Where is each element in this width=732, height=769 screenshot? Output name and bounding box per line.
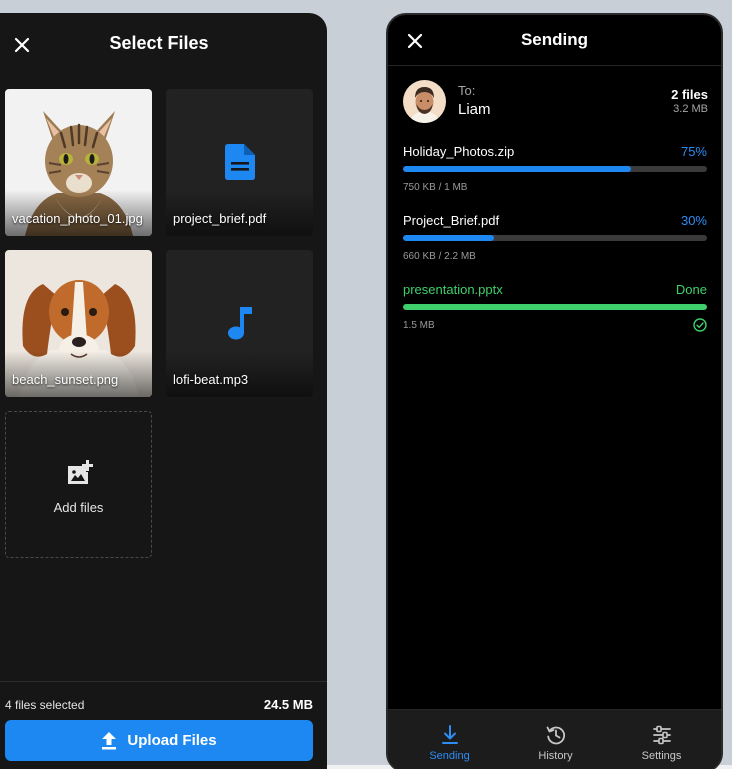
document-icon (225, 144, 255, 180)
tab-settings[interactable]: Settings (606, 710, 717, 769)
avatar (403, 80, 446, 123)
transfer-status: 30% (680, 213, 707, 228)
download-arrow-icon (442, 725, 458, 744)
sending-screen: Sending To: Liam 2 files 3.2 MB Holiday_… (386, 13, 723, 769)
file-tile-audio[interactable]: lofi-beat.mp3 (166, 250, 313, 397)
footer-divider (0, 681, 327, 682)
progress-fill (403, 304, 707, 310)
tab-sending[interactable]: Sending (394, 710, 505, 769)
progress-track (403, 166, 707, 172)
select-files-screen: Select Files vacation_photo_01.jpg proje… (0, 13, 327, 769)
tab-history[interactable]: History (500, 710, 611, 769)
file-name: project_brief.pdf (173, 211, 267, 226)
add-photo-icon (68, 460, 93, 484)
sending-header: Sending (388, 15, 721, 66)
transfer-file-name: Project_Brief.pdf (403, 213, 500, 228)
transfer-status: 75% (680, 144, 707, 159)
total-size: 24.5 MB (263, 697, 313, 712)
transfer-size: 1.5 MB (403, 320, 435, 331)
check-circle-icon (693, 318, 707, 332)
music-note-icon (228, 307, 252, 340)
page-title: Sending (520, 30, 589, 49)
recipient-name: Liam (458, 101, 491, 118)
upload-files-button[interactable]: Upload Files (5, 720, 313, 761)
transfer-status: Done (675, 282, 707, 297)
bottom-tab-bar: Sending History Settings (388, 709, 721, 769)
recipient-to-label: To: (458, 83, 476, 98)
progress-track (403, 235, 707, 241)
progress-track (403, 304, 707, 310)
transfer-file-name: Holiday_Photos.zip (403, 144, 515, 159)
add-files-label: Add files (53, 500, 104, 515)
select-files-header: Select Files (0, 13, 327, 75)
file-tile-document[interactable]: project_brief.pdf (166, 89, 313, 236)
history-icon (546, 726, 566, 745)
file-tile-image[interactable]: vacation_photo_01.jpg (5, 89, 152, 236)
transfer-size: 750 KB / 1 MB (403, 182, 468, 193)
upload-icon (102, 731, 117, 749)
tab-label: Settings (641, 750, 682, 762)
tab-label: Sending (429, 750, 470, 762)
files-count: 2 files (671, 87, 708, 102)
file-name: vacation_photo_01.jpg (12, 211, 143, 226)
tab-label: History (538, 750, 573, 762)
add-files-button[interactable]: Add files (5, 411, 152, 558)
page-title: Select Files (109, 33, 209, 53)
transfer-file-name: presentation.pptx (403, 282, 503, 297)
files-size: 3.2 MB (673, 103, 708, 115)
settings-sliders-icon (653, 725, 671, 745)
progress-fill (403, 166, 631, 172)
file-tile-image[interactable]: beach_sunset.png (5, 250, 152, 397)
transfer-size: 660 KB / 2.2 MB (403, 251, 476, 262)
upload-files-label: Upload Files (127, 732, 217, 749)
file-name: lofi-beat.mp3 (173, 372, 249, 387)
selected-count: 4 files selected (5, 698, 85, 712)
progress-fill (403, 235, 495, 241)
file-name: beach_sunset.png (12, 372, 119, 387)
